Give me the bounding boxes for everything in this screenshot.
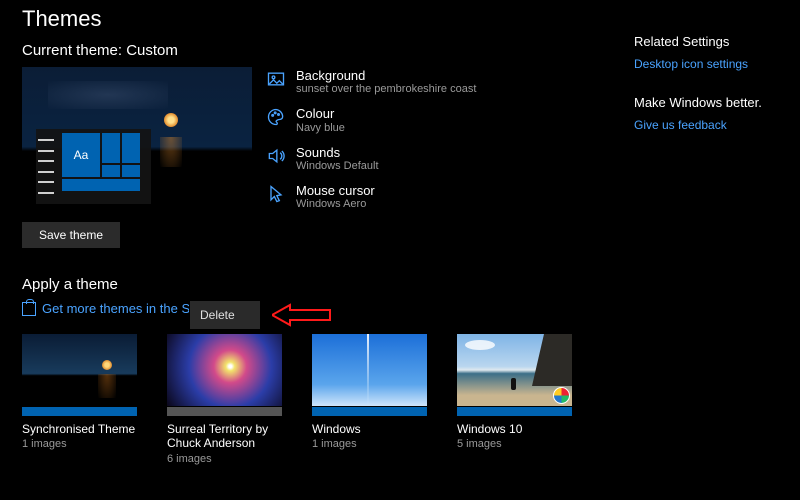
accent-tile: Aa: [62, 133, 100, 177]
colour-property[interactable]: Colour Navy blue: [266, 107, 476, 133]
context-menu-delete[interactable]: Delete: [190, 301, 260, 329]
sounds-value: Windows Default: [296, 160, 379, 172]
theme-name: Windows 10: [457, 422, 572, 436]
start-menu-preview: Aa: [36, 129, 151, 204]
theme-count: 1 images: [312, 438, 427, 450]
theme-properties: Background sunset over the pembrokeshire…: [266, 67, 476, 211]
cursor-value: Windows Aero: [296, 198, 375, 210]
theme-name: Synchronised Theme: [22, 422, 137, 436]
background-value: sunset over the pembrokeshire coast: [296, 83, 476, 95]
related-settings-heading: Related Settings: [634, 34, 784, 49]
theme-count: 6 images: [167, 453, 282, 465]
theme-card-windows10[interactable]: Windows 10 5 images: [457, 334, 572, 465]
store-link[interactable]: Get more themes in the Store: [42, 301, 213, 316]
picture-icon: [266, 69, 286, 89]
desktop-icon-settings-link[interactable]: Desktop icon settings: [634, 57, 784, 71]
speaker-icon: [266, 146, 286, 166]
theme-card-surreal[interactable]: Surreal Territory by Chuck Anderson 6 im…: [167, 334, 282, 465]
sounds-label: Sounds: [296, 146, 379, 160]
cursor-label: Mouse cursor: [296, 184, 375, 198]
store-icon: [22, 302, 36, 316]
theme-count: 1 images: [22, 438, 137, 450]
background-label: Background: [296, 69, 476, 83]
make-better-heading: Make Windows better.: [634, 95, 784, 110]
theme-name: Surreal Territory by Chuck Anderson: [167, 422, 282, 451]
personalize-chip-icon: [553, 387, 570, 404]
theme-preview[interactable]: Aa: [22, 67, 252, 212]
right-sidebar: Related Settings Desktop icon settings M…: [634, 34, 784, 156]
background-property[interactable]: Background sunset over the pembrokeshire…: [266, 69, 476, 95]
theme-card-windows[interactable]: Windows 1 images: [312, 334, 427, 465]
colour-label: Colour: [296, 107, 345, 121]
apply-theme-heading: Apply a theme: [22, 276, 800, 293]
cursor-property[interactable]: Mouse cursor Windows Aero: [266, 184, 476, 210]
colour-value: Navy blue: [296, 122, 345, 134]
arrow-annotation: [272, 303, 332, 327]
theme-name: Windows: [312, 422, 427, 436]
feedback-link[interactable]: Give us feedback: [634, 118, 784, 132]
page-title: Themes: [22, 6, 800, 32]
theme-grid: Synchronised Theme 1 images Surreal Terr…: [22, 334, 800, 465]
sounds-property[interactable]: Sounds Windows Default: [266, 146, 476, 172]
palette-icon: [266, 107, 286, 127]
save-theme-button[interactable]: Save theme: [22, 222, 120, 248]
cursor-icon: [266, 184, 286, 204]
theme-count: 5 images: [457, 438, 572, 450]
theme-card-synchronised[interactable]: Synchronised Theme 1 images: [22, 334, 137, 465]
